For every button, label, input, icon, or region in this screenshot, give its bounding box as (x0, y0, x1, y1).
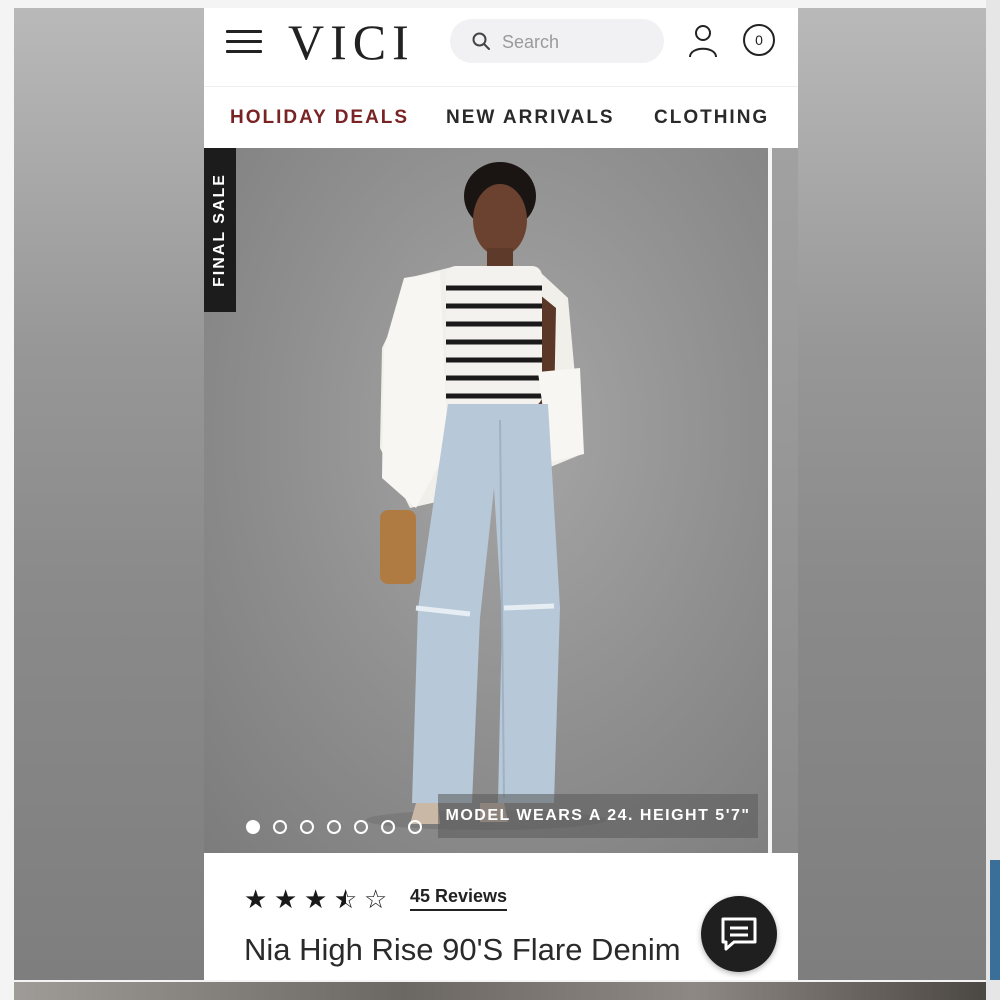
background-bottom-strip (14, 982, 986, 1000)
star-full-icon: ★ (244, 884, 268, 914)
edge-accent (990, 860, 1000, 980)
product-photo[interactable] (204, 148, 768, 853)
site-logo[interactable]: VICI (288, 12, 415, 72)
model-size-note: MODEL WEARS A 24. HEIGHT 5'7" (438, 794, 758, 838)
star-half-icon: ☆ (334, 884, 357, 914)
star-full-icon: ★ (274, 884, 298, 914)
menu-icon[interactable] (226, 30, 262, 54)
model-figure (366, 162, 606, 830)
background-right-blur (798, 8, 986, 980)
carousel-dot-6[interactable] (381, 820, 395, 834)
background-left-blur (14, 8, 204, 980)
star-full-icon: ★ (304, 884, 328, 914)
chat-button[interactable] (701, 896, 777, 972)
chat-bubble-icon (721, 917, 757, 951)
final-sale-label: FINAL SALE (211, 173, 228, 287)
reviews-link[interactable]: 45 Reviews (410, 886, 508, 911)
mobile-page: VICI 0 HOLIDAY DEALS NEW ARRIVALS CLOTHI… (204, 8, 798, 980)
final-sale-badge: FINAL SALE (204, 148, 236, 312)
search-bar[interactable] (450, 19, 664, 65)
carousel-dot-7[interactable] (408, 820, 422, 834)
star-empty-icon: ☆ (364, 884, 388, 914)
carousel-dot-2[interactable] (273, 820, 287, 834)
user-icon[interactable] (688, 24, 718, 58)
category-nav: HOLIDAY DEALS NEW ARRIVALS CLOTHING (204, 86, 798, 147)
carousel-dot-3[interactable] (300, 820, 314, 834)
nav-new-arrivals[interactable]: NEW ARRIVALS (446, 107, 615, 129)
search-icon (472, 32, 490, 50)
carousel-dot-5[interactable] (354, 820, 368, 834)
nav-holiday-deals[interactable]: HOLIDAY DEALS (230, 107, 409, 129)
site-header: VICI 0 (204, 8, 798, 86)
background-right-edge (986, 0, 1000, 1000)
product-title: Nia High Rise 90'S Flare Denim (244, 932, 681, 967)
nav-clothing[interactable]: CLOTHING (654, 107, 769, 129)
search-input[interactable] (500, 19, 654, 65)
cart-icon[interactable]: 0 (743, 24, 775, 56)
product-gallery[interactable]: FINAL SALE MODEL WEARS A 24. HEIGHT 5'7" (204, 148, 798, 853)
next-photo-peek[interactable] (772, 148, 798, 853)
carousel-dot-1[interactable] (246, 820, 260, 834)
carousel-dot-4[interactable] (327, 820, 341, 834)
